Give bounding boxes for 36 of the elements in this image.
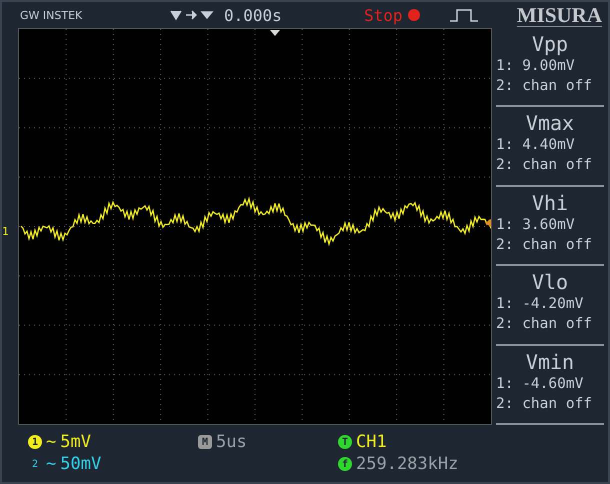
measurement-name: Vpp (532, 32, 568, 56)
measurement-value: 1: 4.40mV (496, 136, 575, 156)
run-state: Stop (364, 6, 403, 24)
channel-marker: 1 (2, 225, 9, 238)
timebase-value: 5us (216, 432, 247, 452)
measurement-value: 2: chan off (496, 77, 592, 96)
measurement-value: 2: chan off (496, 156, 592, 176)
timebase-badge: M (198, 435, 212, 449)
channel-scale: 50mV (60, 454, 102, 474)
frequency-value: 259.283kHz (356, 454, 458, 474)
measurement-value: 2: chan off (496, 236, 592, 255)
measurement-value: 1: 9.00mV (496, 57, 575, 76)
measurement-value: 1: 3.60mV (496, 216, 575, 235)
measurement-name: Vlo (532, 270, 568, 294)
trigger-level-icon (485, 219, 491, 227)
measurement-name: Vmax (526, 111, 574, 136)
measurement-name: Vhi (532, 190, 568, 215)
time-offset: 0.000s (224, 6, 283, 24)
menu-title: MISURA (516, 4, 602, 26)
trigger-source: CH1 (356, 432, 387, 452)
coupling-symbol: ~ (46, 454, 56, 474)
frequency-badge: f (338, 457, 352, 471)
measurement-value: 1: -4.60mV (496, 374, 584, 394)
pulse-icon (448, 7, 479, 23)
trigger-position-icon (270, 30, 280, 36)
measurement-value: 2: chan off (496, 394, 592, 414)
stop-dot-icon (406, 8, 421, 22)
channel-badge: 1 (28, 435, 42, 449)
channel-number: 2 (30, 458, 40, 470)
measurement-name: Vmin (526, 350, 574, 374)
coupling-symbol: ~ (46, 432, 56, 452)
trigger-badge: T (338, 435, 352, 449)
brand-logo: GW INSTEK (20, 8, 84, 22)
measurement-value: 2: chan off (496, 315, 592, 334)
channel-scale: 5mV (60, 432, 91, 452)
measurement-value: 1: -4.20mV (496, 295, 584, 314)
